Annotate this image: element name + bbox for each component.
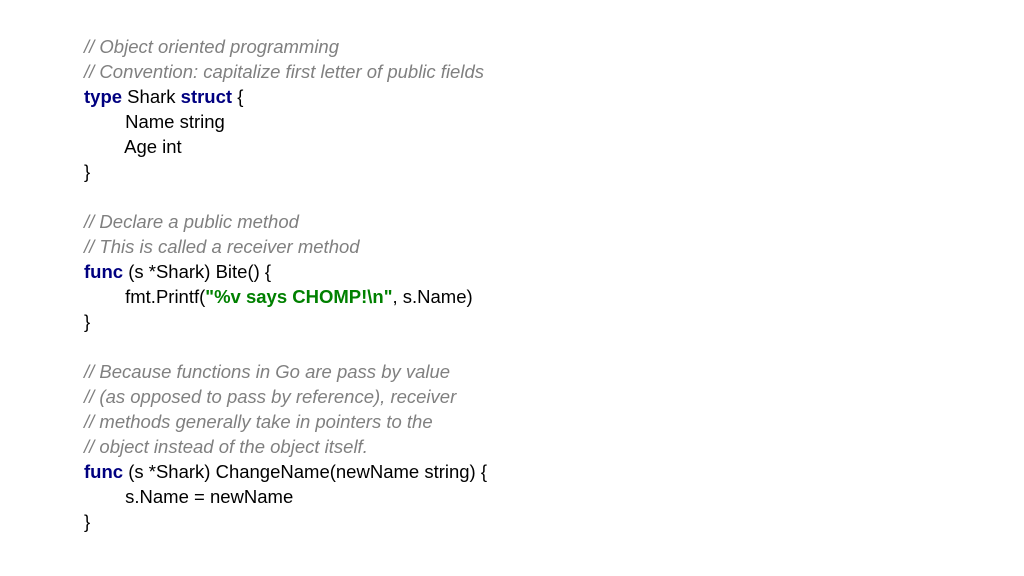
code-line: // methods generally take in pointers to… bbox=[84, 409, 944, 434]
code-token-comment: // This is called a receiver method bbox=[84, 236, 360, 257]
code-line bbox=[84, 184, 944, 209]
code-token-comment: // Because functions in Go are pass by v… bbox=[84, 361, 450, 382]
code-token-comment: // methods generally take in pointers to… bbox=[84, 411, 433, 432]
code-line: // Because functions in Go are pass by v… bbox=[84, 359, 944, 384]
code-line bbox=[84, 334, 944, 359]
code-token-keyword: func bbox=[84, 461, 123, 482]
code-line: // Object oriented programming bbox=[84, 34, 944, 59]
code-token-plain: Shark bbox=[122, 86, 181, 107]
code-token-plain: } bbox=[84, 311, 90, 332]
code-line: // Convention: capitalize first letter o… bbox=[84, 59, 944, 84]
code-token-plain: Name string bbox=[84, 111, 225, 132]
code-block: // Object oriented programming // Convent… bbox=[84, 34, 944, 534]
code-token-plain: s.Name = newName bbox=[84, 486, 293, 507]
code-token-comment: // (as opposed to pass by reference), re… bbox=[84, 386, 456, 407]
code-line: fmt.Printf("%v says CHOMP!\n", s.Name) bbox=[84, 284, 944, 309]
code-line: Age int bbox=[84, 134, 944, 159]
code-token-plain: , s.Name) bbox=[392, 286, 472, 307]
code-line: } bbox=[84, 509, 944, 534]
code-token-keyword: func bbox=[84, 261, 123, 282]
code-line: Name string bbox=[84, 109, 944, 134]
code-token-comment: // Convention: capitalize first letter o… bbox=[84, 61, 484, 82]
code-token-plain: (s *Shark) Bite() { bbox=[123, 261, 271, 282]
code-token-plain: fmt.Printf( bbox=[84, 286, 205, 307]
code-token-plain: (s *Shark) ChangeName(newName string) { bbox=[123, 461, 487, 482]
code-line: } bbox=[84, 309, 944, 334]
code-token-plain: } bbox=[84, 511, 90, 532]
code-line: type Shark struct { bbox=[84, 84, 944, 109]
code-line: s.Name = newName bbox=[84, 484, 944, 509]
code-token-plain: { bbox=[232, 86, 243, 107]
code-line: // This is called a receiver method bbox=[84, 234, 944, 259]
code-line: func (s *Shark) ChangeName(newName strin… bbox=[84, 459, 944, 484]
code-token-plain: } bbox=[84, 161, 90, 182]
code-token-keyword: struct bbox=[181, 86, 232, 107]
code-token-plain: Age int bbox=[84, 136, 182, 157]
code-line: // object instead of the object itself. bbox=[84, 434, 944, 459]
code-token-comment: // Object oriented programming bbox=[84, 36, 339, 57]
code-token-keyword: type bbox=[84, 86, 122, 107]
code-line: } bbox=[84, 159, 944, 184]
code-line: // Declare a public method bbox=[84, 209, 944, 234]
code-token-string: "%v says CHOMP!\n" bbox=[205, 286, 392, 307]
code-token-comment: // object instead of the object itself. bbox=[84, 436, 368, 457]
code-line: func (s *Shark) Bite() { bbox=[84, 259, 944, 284]
code-line: // (as opposed to pass by reference), re… bbox=[84, 384, 944, 409]
code-token-comment: // Declare a public method bbox=[84, 211, 299, 232]
